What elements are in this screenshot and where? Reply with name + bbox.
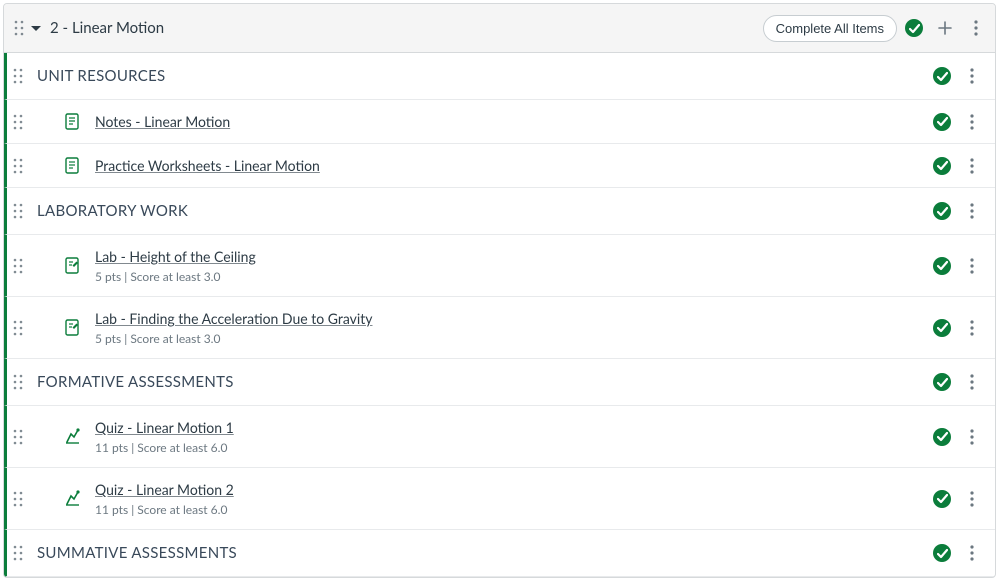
subheader-row: UNIT RESOURCES xyxy=(4,53,995,100)
module-container: 2 - Linear Motion Complete All Items UNI… xyxy=(3,3,996,578)
subheader-label: LABORATORY WORK xyxy=(25,202,188,220)
module-header: 2 - Linear Motion Complete All Items xyxy=(4,4,995,53)
assignment-icon xyxy=(59,257,85,274)
complete-badge xyxy=(933,67,951,85)
row-actions xyxy=(933,373,985,391)
item-meta: 11 pts | Score at least 6.0 xyxy=(95,502,933,517)
row-options-menu[interactable] xyxy=(963,490,981,508)
item-title-link[interactable]: Quiz - Linear Motion 1 xyxy=(95,419,234,436)
module-options-menu[interactable] xyxy=(967,19,985,37)
row-options-menu[interactable] xyxy=(963,157,981,175)
complete-all-button[interactable]: Complete All Items xyxy=(763,15,897,42)
module-item: Lab - Finding the Acceleration Due to Gr… xyxy=(4,297,995,359)
item-meta: 5 pts | Score at least 3.0 xyxy=(95,331,933,346)
item-meta: 11 pts | Score at least 6.0 xyxy=(95,440,933,455)
item-title-link[interactable]: Lab - Height of the Ceiling xyxy=(95,248,256,265)
item-title-link[interactable]: Notes - Linear Motion xyxy=(95,113,230,130)
row-options-menu[interactable] xyxy=(963,113,981,131)
subheader-row: LABORATORY WORK xyxy=(4,188,995,235)
row-actions xyxy=(933,113,985,131)
module-title: 2 - Linear Motion xyxy=(44,19,763,37)
module-complete-badge xyxy=(905,19,923,37)
drag-handle-icon[interactable] xyxy=(7,257,25,275)
row-actions xyxy=(933,490,985,508)
row-actions xyxy=(933,544,985,562)
complete-badge xyxy=(933,202,951,220)
item-title-link[interactable]: Lab - Finding the Acceleration Due to Gr… xyxy=(95,310,373,327)
drag-handle-icon[interactable] xyxy=(10,19,28,37)
row-actions xyxy=(933,428,985,446)
subheader-label: SUMMATIVE ASSESSMENTS xyxy=(25,544,237,562)
module-item: Quiz - Linear Motion 1 11 pts | Score at… xyxy=(4,406,995,468)
drag-handle-icon[interactable] xyxy=(7,157,25,175)
subheader-label: FORMATIVE ASSESSMENTS xyxy=(25,373,234,391)
complete-badge xyxy=(933,373,951,391)
drag-handle-icon[interactable] xyxy=(7,490,25,508)
row-actions xyxy=(933,319,985,337)
row-options-menu[interactable] xyxy=(963,544,981,562)
row-actions xyxy=(933,67,985,85)
row-options-menu[interactable] xyxy=(963,202,981,220)
drag-handle-icon[interactable] xyxy=(7,113,25,131)
page-icon xyxy=(59,157,85,174)
page-icon xyxy=(59,113,85,130)
row-options-menu[interactable] xyxy=(963,319,981,337)
complete-badge xyxy=(933,157,951,175)
module-item: Practice Worksheets - Linear Motion xyxy=(4,144,995,188)
drag-handle-icon[interactable] xyxy=(7,544,25,562)
item-title-link[interactable]: Practice Worksheets - Linear Motion xyxy=(95,157,320,174)
subheader-label: UNIT RESOURCES xyxy=(25,67,165,85)
row-actions xyxy=(933,202,985,220)
quiz-icon xyxy=(59,490,85,507)
quiz-icon xyxy=(59,428,85,445)
add-item-button[interactable] xyxy=(931,14,959,42)
drag-handle-icon[interactable] xyxy=(7,373,25,391)
row-options-menu[interactable] xyxy=(963,257,981,275)
row-options-menu[interactable] xyxy=(963,67,981,85)
subheader-row: FORMATIVE ASSESSMENTS xyxy=(4,359,995,406)
complete-badge xyxy=(933,490,951,508)
drag-handle-icon[interactable] xyxy=(7,67,25,85)
row-options-menu[interactable] xyxy=(963,428,981,446)
complete-badge xyxy=(933,428,951,446)
collapse-toggle[interactable] xyxy=(28,22,44,34)
module-body: UNIT RESOURCES Notes - Linear Motion xyxy=(4,53,995,577)
drag-handle-icon[interactable] xyxy=(7,319,25,337)
assignment-icon xyxy=(59,319,85,336)
item-meta: 5 pts | Score at least 3.0 xyxy=(95,269,933,284)
item-title-link[interactable]: Quiz - Linear Motion 2 xyxy=(95,481,234,498)
complete-badge xyxy=(933,544,951,562)
row-actions xyxy=(933,157,985,175)
module-item: Notes - Linear Motion xyxy=(4,100,995,144)
drag-handle-icon[interactable] xyxy=(7,428,25,446)
module-header-actions: Complete All Items xyxy=(763,14,985,42)
module-item: Lab - Height of the Ceiling 5 pts | Scor… xyxy=(4,235,995,297)
subheader-row: SUMMATIVE ASSESSMENTS xyxy=(4,530,995,577)
row-actions xyxy=(933,257,985,275)
complete-badge xyxy=(933,257,951,275)
row-options-menu[interactable] xyxy=(963,373,981,391)
complete-badge xyxy=(933,319,951,337)
complete-badge xyxy=(933,113,951,131)
drag-handle-icon[interactable] xyxy=(7,202,25,220)
